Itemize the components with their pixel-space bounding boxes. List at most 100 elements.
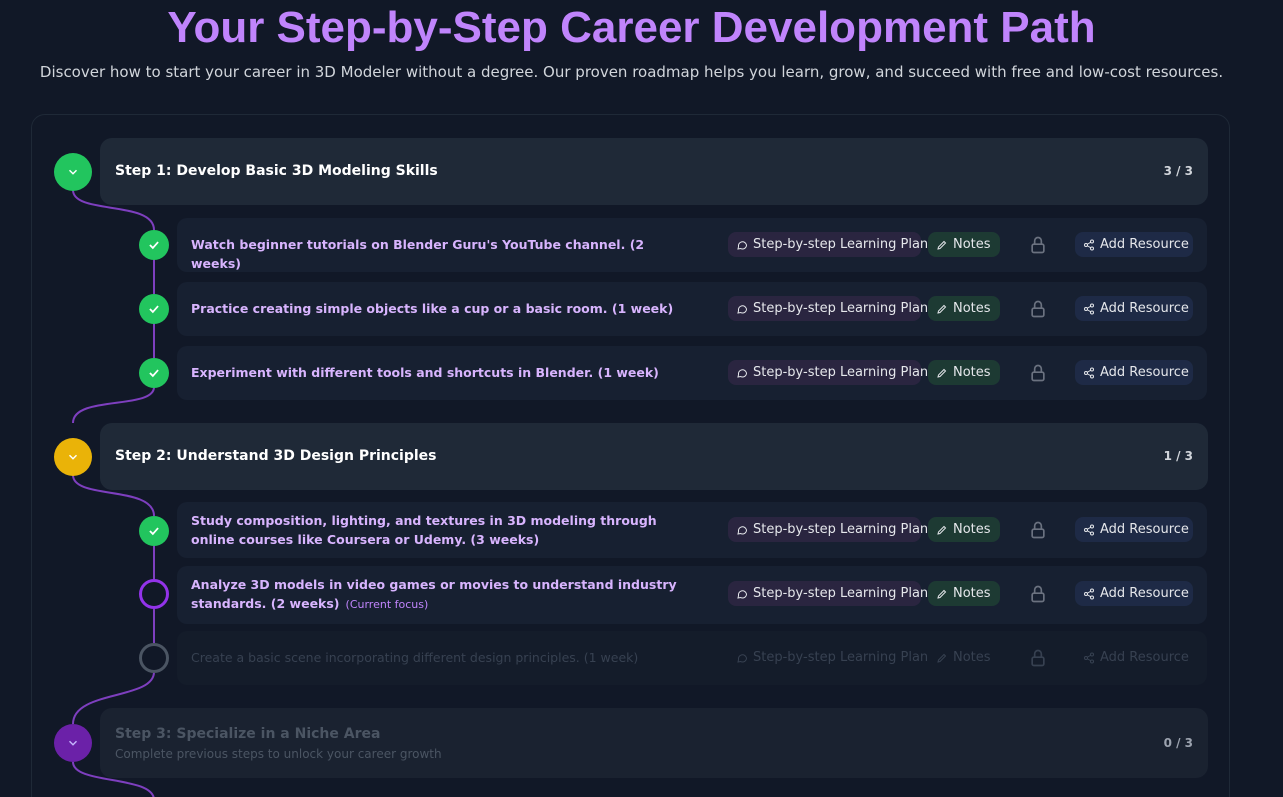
step-3-expand-toggle[interactable] (54, 724, 92, 762)
lock-icon (1031, 300, 1045, 317)
learning-plan-label: Step-by-step Learning Plan (753, 237, 929, 252)
pencil-icon (937, 240, 947, 250)
notes-label: Notes (953, 650, 991, 665)
notes-button[interactable]: Notes (928, 581, 1000, 606)
notes-button[interactable]: Notes (928, 232, 1000, 257)
add-resource-button[interactable]: Add Resource (1075, 517, 1193, 542)
add-resource-button[interactable]: Add Resource (1075, 360, 1193, 385)
task-complete-toggle[interactable] (139, 358, 169, 388)
step-title: Step 1: Develop Basic 3D Modeling Skills (115, 163, 438, 179)
notes-button[interactable]: Notes (928, 360, 1000, 385)
lock-icon (1031, 649, 1045, 666)
task-complete-toggle[interactable] (139, 230, 169, 260)
lock-icon (1031, 364, 1045, 381)
lock-button[interactable] (1023, 360, 1053, 385)
current-focus-badge: (Current focus) (345, 598, 429, 611)
notes-label: Notes (953, 301, 991, 316)
task-complete-toggle[interactable] (139, 516, 169, 546)
notes-label: Notes (953, 365, 991, 380)
learning-plan-button[interactable]: Step-by-step Learning Plan (728, 232, 928, 257)
lock-button[interactable] (1023, 581, 1053, 606)
task-complete-toggle[interactable] (139, 643, 169, 673)
notes-button[interactable]: Notes (928, 645, 1000, 670)
notes-label: Notes (953, 237, 991, 252)
add-resource-button[interactable]: Add Resource (1075, 581, 1193, 606)
add-resource-label: Add Resource (1100, 522, 1189, 537)
check-icon (149, 369, 159, 378)
task-text: Experiment with different tools and shor… (191, 365, 659, 380)
add-resource-button[interactable]: Add Resource (1075, 645, 1193, 670)
step-progress: 3 / 3 (1163, 164, 1193, 178)
learning-plan-button[interactable]: Step-by-step Learning Plan (728, 645, 928, 670)
task-row: Study composition, lighting, and texture… (177, 502, 1207, 558)
step-2-expand-toggle[interactable] (54, 438, 92, 476)
page-title: Your Step-by-Step Career Development Pat… (167, 3, 1096, 52)
step-2-header[interactable]: Step 2: Understand 3D Design Principles … (100, 423, 1208, 490)
share-icon (1084, 239, 1094, 250)
lock-button[interactable] (1023, 517, 1053, 542)
add-resource-label: Add Resource (1100, 365, 1189, 380)
lock-icon (1031, 236, 1045, 253)
chat-bubble-icon (737, 525, 748, 535)
learning-plan-label: Step-by-step Learning Plan (753, 650, 929, 665)
step-3-header[interactable]: Step 3: Specialize in a Niche Area Compl… (100, 708, 1208, 778)
step-title: Step 2: Understand 3D Design Principles (115, 448, 437, 464)
share-icon (1084, 367, 1094, 378)
task-row: Watch beginner tutorials on Blender Guru… (177, 218, 1207, 272)
step-1-header[interactable]: Step 1: Develop Basic 3D Modeling Skills… (100, 138, 1208, 205)
notes-button[interactable]: Notes (928, 296, 1000, 321)
pencil-icon (937, 653, 947, 663)
pencil-icon (937, 368, 947, 378)
learning-plan-label: Step-by-step Learning Plan (753, 522, 929, 537)
share-icon (1084, 524, 1094, 535)
lock-button[interactable] (1023, 645, 1053, 670)
check-icon (149, 305, 159, 314)
learning-plan-button[interactable]: Step-by-step Learning Plan (728, 296, 928, 321)
task-row: Create a basic scene incorporating diffe… (177, 631, 1207, 685)
lock-icon (1031, 585, 1045, 602)
pencil-icon (937, 525, 947, 535)
lock-button[interactable] (1023, 232, 1053, 257)
add-resource-button[interactable]: Add Resource (1075, 296, 1193, 321)
task-row: Analyze 3D models in video games or movi… (177, 566, 1207, 624)
pencil-icon (937, 304, 947, 314)
page-subtitle: Discover how to start your career in 3D … (39, 63, 1224, 81)
learning-plan-button[interactable]: Step-by-step Learning Plan (728, 517, 928, 542)
notes-button[interactable]: Notes (928, 517, 1000, 542)
learning-plan-button[interactable]: Step-by-step Learning Plan (728, 581, 928, 606)
task-row: Experiment with different tools and shor… (177, 346, 1207, 400)
learning-plan-label: Step-by-step Learning Plan (753, 586, 929, 601)
task-complete-toggle[interactable] (139, 579, 169, 609)
share-icon (1084, 588, 1094, 599)
chevron-down-icon (68, 169, 78, 175)
task-text-wrap: Analyze 3D models in video games or movi… (191, 575, 691, 614)
learning-plan-label: Step-by-step Learning Plan (753, 301, 929, 316)
step-title: Step 3: Specialize in a Niche Area (115, 726, 381, 742)
task-text: Practice creating simple objects like a … (191, 301, 674, 316)
step-1-expand-toggle[interactable] (54, 153, 92, 191)
add-resource-label: Add Resource (1100, 237, 1189, 252)
task-text: Analyze 3D models in video games or movi… (191, 577, 677, 611)
step-locked-message: Complete previous steps to unlock your c… (115, 747, 442, 761)
learning-plan-button[interactable]: Step-by-step Learning Plan (728, 360, 928, 385)
chat-bubble-icon (737, 589, 748, 599)
add-resource-button[interactable]: Add Resource (1075, 232, 1193, 257)
check-icon (149, 527, 159, 536)
chat-bubble-icon (737, 304, 748, 314)
notes-label: Notes (953, 586, 991, 601)
add-resource-label: Add Resource (1100, 301, 1189, 316)
notes-label: Notes (953, 522, 991, 537)
pencil-icon (937, 589, 947, 599)
chevron-down-icon (68, 740, 78, 746)
lock-icon (1031, 521, 1045, 538)
chat-bubble-icon (737, 368, 748, 378)
chevron-down-icon (68, 454, 78, 460)
check-icon (149, 241, 159, 250)
task-complete-toggle[interactable] (139, 294, 169, 324)
add-resource-label: Add Resource (1100, 650, 1189, 665)
step-progress: 0 / 3 (1163, 736, 1193, 750)
task-row: Practice creating simple objects like a … (177, 282, 1207, 336)
lock-button[interactable] (1023, 296, 1053, 321)
task-text: Create a basic scene incorporating diffe… (191, 650, 639, 665)
learning-plan-label: Step-by-step Learning Plan (753, 365, 929, 380)
